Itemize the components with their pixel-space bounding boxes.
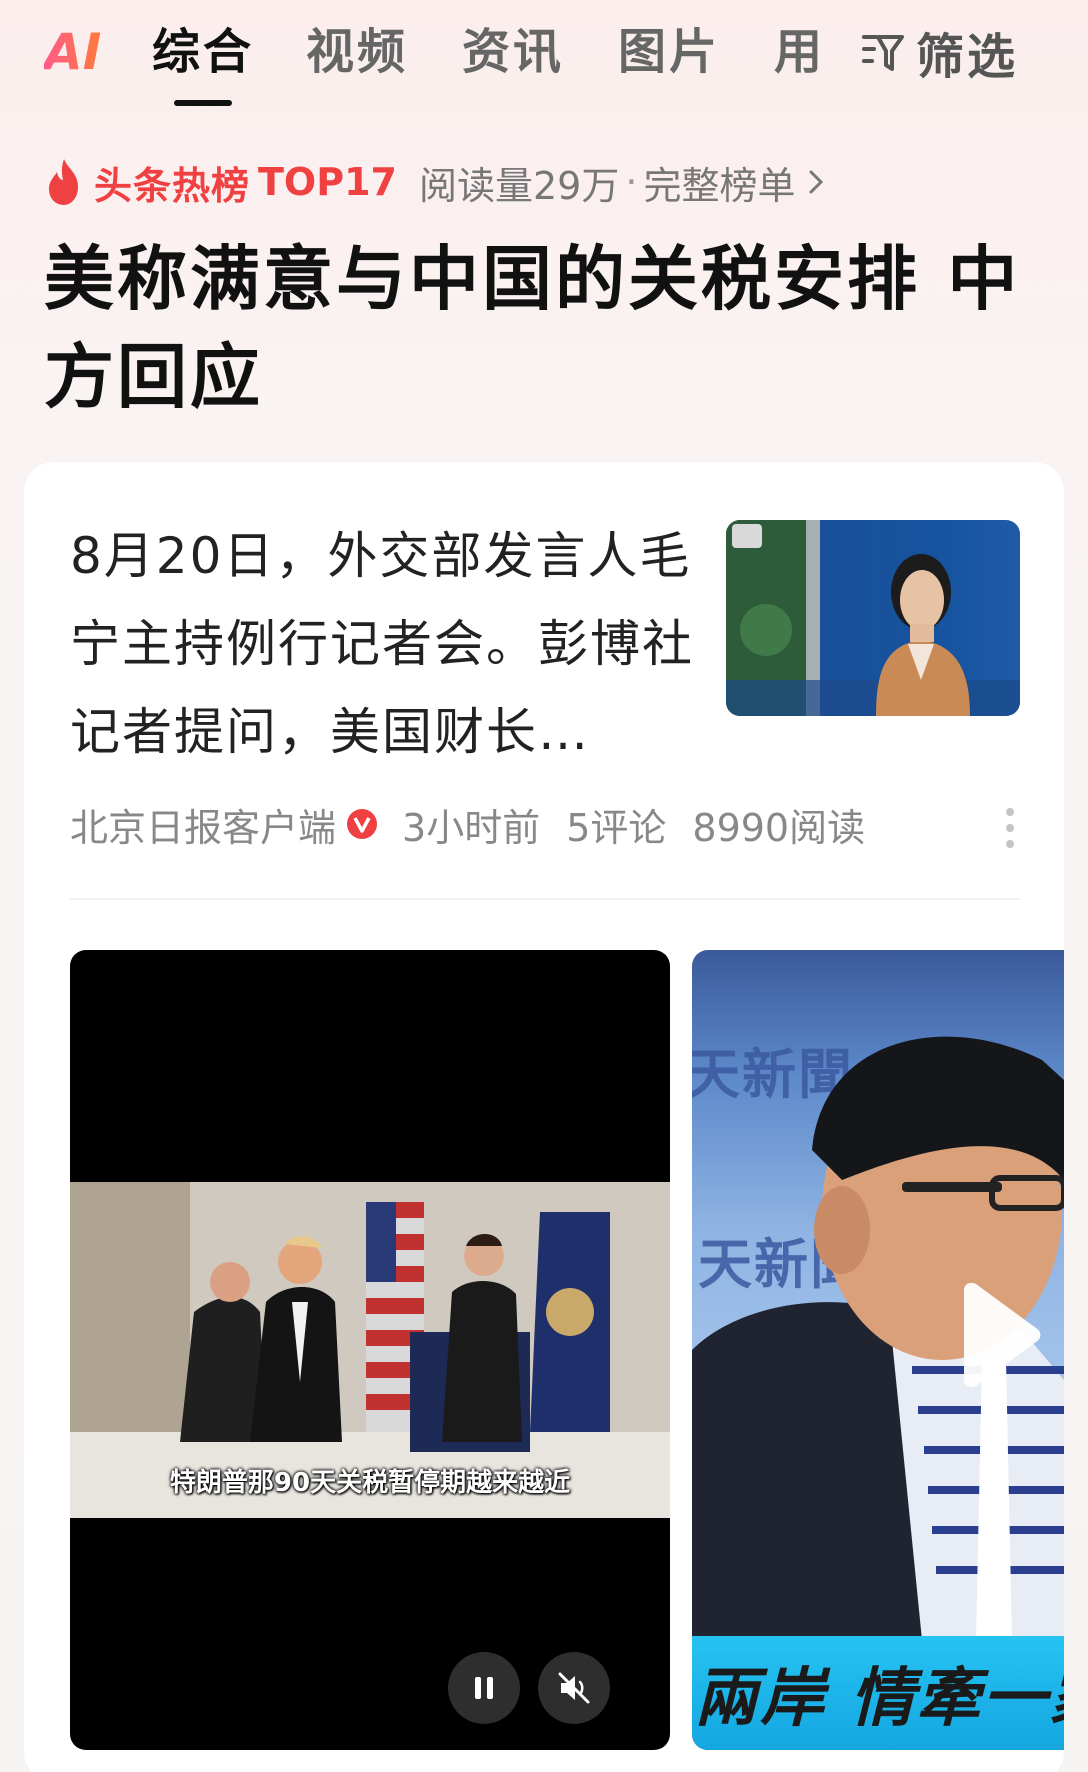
tab-news[interactable]: 资讯: [462, 22, 564, 82]
article-meta: 北京日报客户端 3小时前 5评论 8990阅读: [70, 794, 891, 854]
comment-count[interactable]: 5评论: [566, 797, 666, 852]
page-title[interactable]: 美称满意与中国的关税安排 中方回应: [44, 230, 1054, 426]
pause-button[interactable]: [448, 1652, 520, 1724]
full-list-link[interactable]: 完整榜单: [643, 155, 795, 210]
hot-rank-row[interactable]: 头条热榜 TOP17 阅读量29万 · 完整榜单: [44, 152, 827, 212]
thumbnail-image: [726, 520, 1020, 716]
video-thumbnail[interactable]: 天新聞 天新聞 兩岸 情牽一家: [692, 950, 1064, 1750]
article-thumbnail[interactable]: [726, 520, 1020, 716]
hot-list-label: 头条热榜: [94, 163, 251, 208]
filter-button[interactable]: 筛选: [860, 22, 1018, 85]
tab-video[interactable]: 视频: [306, 22, 408, 82]
tab-users[interactable]: 用: [774, 22, 825, 82]
more-icon[interactable]: [1004, 806, 1016, 850]
pause-icon: [475, 1677, 493, 1699]
tab-ai[interactable]: AI: [44, 22, 101, 82]
source-name[interactable]: 北京日报客户端: [70, 797, 336, 852]
search-tabs: AI 综合 视频 资讯 图片 用 筛选: [0, 0, 1088, 112]
divider: [70, 898, 1020, 900]
tab-comprehensive[interactable]: 综合: [152, 22, 254, 82]
result-card: 8月20日，外交部发言人毛宁主持例行记者会。彭博社记者提问，美国财长… 北京日报…: [24, 462, 1064, 1772]
publish-time: 3小时前: [402, 805, 541, 850]
verified-icon: [347, 809, 378, 839]
article-summary[interactable]: 8月20日，外交部发言人毛宁主持例行记者会。彭博社记者提问，美国财长…: [70, 512, 710, 776]
video-caption: 特朗普那90天关税暂停期越来越近: [169, 1468, 571, 1498]
filter-label: 筛选: [916, 29, 1019, 85]
news-ticker: 兩岸 情牽一家: [692, 1636, 1064, 1750]
video-player[interactable]: 特朗普那90天关税暂停期越来越近: [70, 950, 670, 1750]
filter-icon: [862, 35, 904, 71]
mute-button[interactable]: [538, 1652, 610, 1724]
mute-icon: [558, 1672, 590, 1704]
ticker-text: 兩岸 情牽一家: [694, 1662, 1064, 1736]
hot-read-count: 阅读量29万: [418, 163, 620, 208]
play-icon[interactable]: [952, 1280, 1042, 1390]
tab-images[interactable]: 图片: [618, 22, 720, 82]
hot-rank-badge: TOP17: [258, 160, 397, 204]
chevron-right-icon: [809, 170, 824, 194]
hot-separator: ·: [625, 160, 638, 204]
read-count: 8990阅读: [692, 805, 866, 850]
flame-icon: [49, 159, 78, 205]
active-tab-indicator: [174, 100, 232, 106]
